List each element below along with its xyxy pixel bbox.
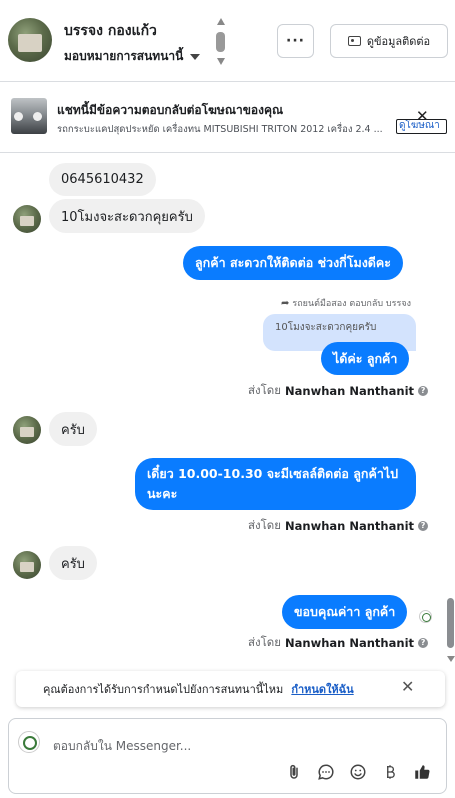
- saved-reply-icon[interactable]: [317, 763, 335, 781]
- sent-by-prefix: ส่งโดย: [248, 518, 282, 532]
- thumbs-up-icon[interactable]: [413, 763, 431, 781]
- incoming-message[interactable]: ครับ: [49, 412, 97, 446]
- info-icon[interactable]: ?: [418, 521, 429, 531]
- scroll-up-icon[interactable]: [217, 18, 225, 25]
- close-icon[interactable]: ✕: [416, 109, 429, 124]
- message-composer[interactable]: ตอบกลับใน Messenger...: [8, 718, 447, 794]
- outgoing-message[interactable]: ได้ค่ะ ลูกค้า: [321, 342, 410, 375]
- ad-banner-subtitle: รถกระบะแคปสุดประหยัด เครื่องทน MITSUBISH…: [57, 124, 383, 135]
- contact-avatar-small: [13, 551, 41, 579]
- assign-label: มอบหมายการสนทนานี้: [64, 49, 184, 63]
- sent-by-label: ส่งโดย Nanwhan Nanthanit ?: [248, 382, 429, 400]
- sent-by-label: ส่งโดย Nanwhan Nanthanit ?: [248, 517, 429, 535]
- contact-name[interactable]: บรรจง กองแก้ว: [64, 20, 157, 42]
- outgoing-message[interactable]: ลูกค้า สะดวกให้ติดต่อ ช่วงกี่โมงดีคะ: [183, 246, 403, 280]
- contact-avatar-small: [13, 205, 41, 233]
- message-thread[interactable]: 0645610432 10โมงจะสะดวกคุยครับ ลูกค้า สะ…: [0, 154, 455, 664]
- assign-to-me-link[interactable]: กำหนดให้ฉัน: [291, 680, 353, 698]
- view-contact-info-button[interactable]: ดูข้อมูลติดต่อ: [330, 24, 448, 58]
- reply-context-label: รถยนต์มือสอง ตอบกลับ บรรจง: [292, 299, 411, 309]
- outgoing-message[interactable]: ขอบคุณค่าา ลูกค้า: [282, 595, 408, 629]
- message-input[interactable]: ตอบกลับใน Messenger...: [53, 737, 191, 756]
- info-icon[interactable]: ?: [418, 386, 429, 396]
- sent-by-prefix: ส่งโดย: [248, 635, 282, 649]
- sender-name: Nanwhan Nanthanit: [285, 636, 415, 650]
- incoming-message[interactable]: 0645610432: [49, 163, 156, 196]
- scroll-thumb[interactable]: [216, 32, 225, 52]
- view-contact-info-label: ดูข้อมูลติดต่อ: [366, 35, 431, 48]
- scroll-down-icon[interactable]: [447, 656, 455, 662]
- chevron-down-icon: [190, 53, 201, 60]
- ad-thumbnail: [11, 98, 47, 134]
- incoming-message[interactable]: 10โมงจะสะดวกคุยครับ: [49, 199, 205, 233]
- contact-card-icon: [347, 36, 361, 46]
- attachment-icon[interactable]: [285, 763, 303, 781]
- emoji-icon[interactable]: [349, 763, 367, 781]
- assign-prompt-text: คุณต้องการได้รับการกำหนดไปยังการสนทนานี้…: [43, 683, 284, 696]
- assign-conversation-dropdown[interactable]: มอบหมายการสนทนานี้: [64, 47, 201, 66]
- sent-by-label: ส่งโดย Nanwhan Nanthanit ?: [248, 634, 429, 652]
- close-icon[interactable]: ✕: [401, 679, 414, 695]
- assign-prompt: คุณต้องการได้รับการกำหนดไปยังการสนทนานี้…: [16, 671, 445, 707]
- outgoing-message[interactable]: เดี๋ยว 10.00-10.30 จะมีเซลล์ติดต่อ ลูกค้…: [135, 458, 416, 510]
- payment-icon[interactable]: [381, 763, 399, 781]
- page-avatar: [18, 731, 40, 753]
- ad-banner-title: แชทนี้มีข้อความตอบกลับต่อโฆษณาของคุณ: [57, 103, 284, 117]
- conversation-header: บรรจง กองแก้ว มอบหมายการสนทนานี้ ··· ดูข…: [0, 0, 455, 82]
- chat-scrollbar[interactable]: [446, 154, 455, 664]
- sent-by-prefix: ส่งโดย: [248, 383, 282, 397]
- reply-context: ➦ รถยนต์มือสอง ตอบกลับ บรรจง: [281, 296, 411, 310]
- more-options-button[interactable]: ···: [277, 24, 314, 58]
- composer-toolbar: [285, 763, 431, 781]
- contact-avatar[interactable]: [8, 18, 52, 62]
- reply-arrow-icon: ➦: [281, 297, 290, 309]
- ad-reply-banner: แชทนี้มีข้อความตอบกลับต่อโฆษณาของคุณ รถก…: [0, 83, 455, 153]
- seen-avatar: [419, 610, 432, 623]
- scroll-thumb[interactable]: [447, 598, 454, 648]
- sender-name: Nanwhan Nanthanit: [285, 519, 415, 533]
- incoming-message[interactable]: ครับ: [49, 546, 97, 580]
- more-icon: ···: [286, 33, 305, 49]
- header-scrollbar[interactable]: [216, 18, 226, 66]
- sender-name: Nanwhan Nanthanit: [285, 384, 415, 398]
- info-icon[interactable]: ?: [418, 638, 429, 648]
- contact-avatar-small: [13, 416, 41, 444]
- scroll-down-icon[interactable]: [217, 58, 225, 65]
